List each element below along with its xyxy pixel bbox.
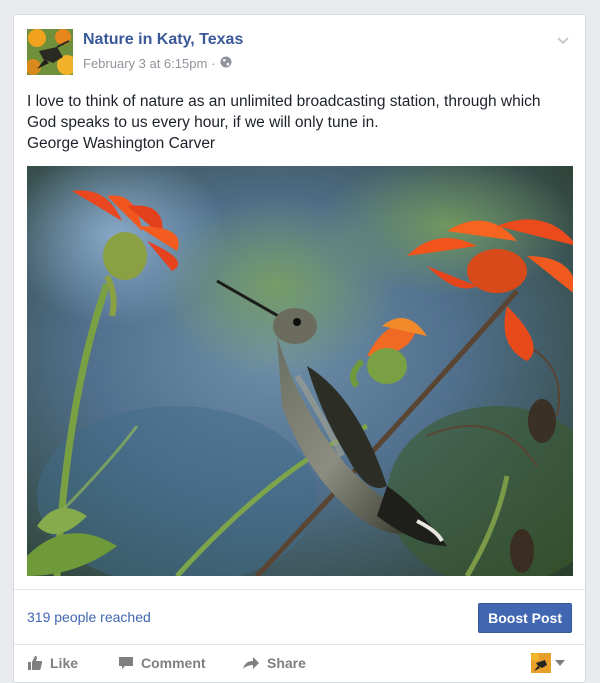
post-photo[interactable]: [27, 166, 573, 576]
chevron-down-icon[interactable]: [556, 33, 570, 47]
page-avatar-small-icon: [531, 653, 551, 673]
page-name-link[interactable]: Nature in Katy, Texas: [83, 31, 243, 49]
post-timestamp[interactable]: February 3 at 6:15pm: [83, 56, 207, 71]
share-button[interactable]: Share: [242, 655, 306, 671]
meta-separator: ·: [211, 56, 216, 71]
post-actions: Like Comment Share: [14, 644, 585, 683]
thumbs-up-icon: [28, 656, 43, 670]
post-text-line: God speaks to us every hour, if we will …: [27, 114, 379, 131]
reach-link[interactable]: 319 people reached: [27, 609, 151, 625]
post-header: Nature in Katy, Texas February 3 at 6:15…: [27, 29, 572, 79]
comment-button[interactable]: Comment: [118, 655, 206, 671]
comment-label: Comment: [141, 655, 206, 671]
caret-down-icon: [555, 660, 565, 666]
post-text-line: George Washington Carver: [27, 135, 216, 152]
insights-bar: 319 people reached Boost Post: [14, 589, 585, 645]
share-label: Share: [267, 655, 306, 671]
boost-post-button[interactable]: Boost Post: [478, 603, 572, 633]
like-label: Like: [50, 655, 79, 671]
post-as-selector[interactable]: [531, 653, 565, 673]
globe-icon[interactable]: [220, 56, 232, 71]
comment-icon: [119, 657, 133, 669]
post-card: Nature in Katy, Texas February 3 at 6:15…: [13, 14, 586, 683]
post-meta: February 3 at 6:15pm ·: [83, 56, 232, 71]
post-text-line: I love to think of nature as an unlimite…: [27, 93, 541, 110]
like-button[interactable]: Like: [27, 655, 78, 671]
post-text: I love to think of nature as an unlimite…: [27, 91, 572, 154]
page-avatar[interactable]: [27, 29, 73, 75]
share-arrow-icon: [243, 657, 259, 669]
